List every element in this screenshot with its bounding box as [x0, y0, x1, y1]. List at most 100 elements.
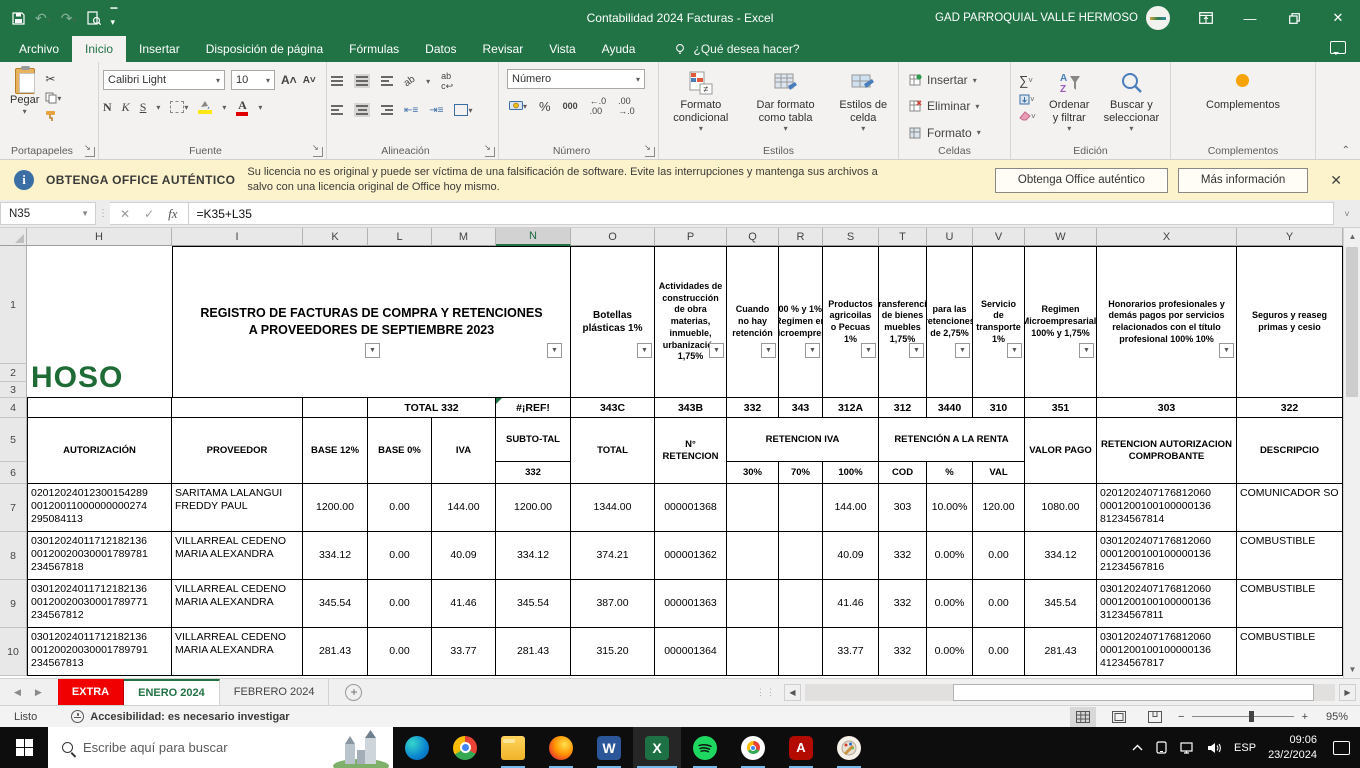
- cell-H8[interactable]: 03012024011712182136 0012002003000178978…: [27, 532, 172, 580]
- filter-dropdown-icon[interactable]: ▼: [761, 343, 776, 358]
- col-header-U[interactable]: U: [927, 228, 973, 246]
- row-header-5[interactable]: 5: [0, 418, 27, 462]
- expand-formula-bar-icon[interactable]: ˅: [1334, 200, 1360, 227]
- page-layout-view-icon[interactable]: [1106, 707, 1132, 727]
- cell-R8[interactable]: [779, 532, 823, 580]
- filter-header-R[interactable]: 100 % y 1%.- Regimen en microempresa▼: [779, 246, 823, 398]
- taskbar-explorer-icon[interactable]: [489, 727, 537, 768]
- header-subtotal-code[interactable]: 332: [496, 462, 571, 484]
- tray-chevron-icon[interactable]: [1132, 744, 1143, 751]
- network-icon[interactable]: [1180, 742, 1195, 754]
- cell-P8[interactable]: 000001362: [655, 532, 727, 580]
- filter-header-V[interactable]: Servicio de transporte 1%▼: [973, 246, 1025, 398]
- cell-U7[interactable]: 10.00%: [927, 484, 973, 532]
- cell-code-Y4[interactable]: 322: [1237, 398, 1343, 418]
- filter-header-S[interactable]: Productos agricoilas o Pecuas 1%▼: [823, 246, 879, 398]
- font-name-select[interactable]: Calibri Light▾: [103, 70, 225, 90]
- cell-V10[interactable]: 0.00: [973, 628, 1025, 676]
- row-header-3[interactable]: 3: [0, 382, 27, 398]
- font-color-icon[interactable]: A: [236, 99, 248, 116]
- more-info-button[interactable]: Más información: [1178, 168, 1308, 193]
- header-iva-pct-30%[interactable]: 30%: [727, 462, 779, 484]
- cell-V9[interactable]: 0.00: [973, 580, 1025, 628]
- close-button[interactable]: ✕: [1316, 0, 1360, 36]
- cell-S8[interactable]: 40.09: [823, 532, 879, 580]
- format-painter-icon[interactable]: [45, 110, 61, 122]
- decrease-decimal-icon[interactable]: .00→.0: [618, 96, 635, 116]
- cell-total-332[interactable]: TOTAL 332: [368, 398, 496, 418]
- cell-Y9[interactable]: COMBUSTIBLE: [1237, 580, 1343, 628]
- delete-cells-button[interactable]: Eliminar▾: [909, 96, 1006, 116]
- tablet-mode-icon[interactable]: [1155, 741, 1168, 754]
- avatar[interactable]: [1146, 6, 1170, 30]
- cell-code-Q4[interactable]: 332: [727, 398, 779, 418]
- cell-S9[interactable]: 41.46: [823, 580, 879, 628]
- tab-ayuda[interactable]: Ayuda: [589, 36, 649, 62]
- filter-dropdown-icon[interactable]: ▼: [1219, 343, 1234, 358]
- cell-Y10[interactable]: COMBUSTIBLE: [1237, 628, 1343, 676]
- zoom-percent[interactable]: 95%: [1318, 711, 1348, 723]
- cell-X9[interactable]: 0301202407176812060 0001200100100000136 …: [1097, 580, 1237, 628]
- accessibility-status[interactable]: Accesibilidad: es necesario investigar: [71, 710, 289, 723]
- number-format-select[interactable]: Número▾: [507, 69, 645, 89]
- search-highlight-icon[interactable]: [331, 730, 391, 768]
- row-header-4[interactable]: 4: [0, 398, 27, 418]
- col-header-N[interactable]: N: [496, 228, 571, 246]
- tab-archivo[interactable]: Archivo: [6, 36, 72, 62]
- copy-icon[interactable]: ▾: [45, 92, 61, 104]
- comma-style-icon[interactable]: 000: [563, 101, 578, 111]
- cancel-formula-icon[interactable]: ✕: [120, 207, 130, 221]
- clear-icon[interactable]: ˅: [1019, 111, 1036, 121]
- cell-X10[interactable]: 0301202407176812060 0001200100100000136 …: [1097, 628, 1237, 676]
- row-header-8[interactable]: 8: [0, 532, 27, 580]
- ribbon-display-options-icon[interactable]: [1184, 0, 1228, 36]
- row-header-7[interactable]: 7: [0, 484, 27, 532]
- restore-button[interactable]: [1272, 0, 1316, 36]
- zoom-thumb[interactable]: [1249, 711, 1254, 722]
- cell-S7[interactable]: 144.00: [823, 484, 879, 532]
- header-base0[interactable]: BASE 0%: [368, 418, 432, 484]
- cell-O7[interactable]: 1344.00: [571, 484, 655, 532]
- cell-L9[interactable]: 0.00: [368, 580, 432, 628]
- cell-W10[interactable]: 281.43: [1025, 628, 1097, 676]
- bold-button[interactable]: N: [103, 100, 112, 115]
- name-box[interactable]: N35▼: [0, 202, 96, 225]
- filter-dropdown-icon[interactable]: ▼: [365, 343, 380, 358]
- col-header-X[interactable]: X: [1097, 228, 1237, 246]
- cell-N10[interactable]: 281.43: [496, 628, 571, 676]
- increase-decimal-icon[interactable]: ←.0.00: [590, 96, 607, 116]
- percent-style-icon[interactable]: %: [539, 99, 551, 114]
- header-base12[interactable]: BASE 12%: [303, 418, 368, 484]
- cell-ref-error[interactable]: #¡REF!: [496, 398, 571, 418]
- cell-code-R4[interactable]: 343: [779, 398, 823, 418]
- sheet-tab-extra[interactable]: EXTRA: [58, 679, 124, 705]
- cell-code-V4[interactable]: 310: [973, 398, 1025, 418]
- find-select-button[interactable]: Buscar y seleccionar▾: [1097, 66, 1166, 143]
- cell-V7[interactable]: 120.00: [973, 484, 1025, 532]
- new-sheet-icon[interactable]: +: [345, 684, 362, 701]
- cell-L10[interactable]: 0.00: [368, 628, 432, 676]
- logo-cell[interactable]: HOSO: [27, 246, 172, 398]
- increase-indent-icon[interactable]: ⇥≡: [429, 105, 443, 116]
- get-office-button[interactable]: Obtenga Office auténtico: [995, 168, 1168, 193]
- scroll-down-icon[interactable]: ▼: [1344, 661, 1360, 678]
- cell-V8[interactable]: 0.00: [973, 532, 1025, 580]
- filter-dropdown-icon[interactable]: ▼: [1007, 343, 1022, 358]
- cell-T7[interactable]: 303: [879, 484, 927, 532]
- tab-insertar[interactable]: Insertar: [126, 36, 193, 62]
- cell-W9[interactable]: 345.54: [1025, 580, 1097, 628]
- header-proveedor[interactable]: PROVEEDOR: [172, 418, 303, 484]
- cell-P9[interactable]: 000001363: [655, 580, 727, 628]
- tab-vista[interactable]: Vista: [536, 36, 588, 62]
- header-renta-VAL[interactable]: VAL: [973, 462, 1025, 484]
- fill-icon[interactable]: ˅: [1019, 94, 1036, 105]
- cell-M10[interactable]: 33.77: [432, 628, 496, 676]
- filter-dropdown-icon[interactable]: ▼: [1079, 343, 1094, 358]
- zoom-slider[interactable]: − +: [1178, 711, 1308, 723]
- header-retencion-renta[interactable]: RETENCIÓN A LA RENTA: [879, 418, 1025, 462]
- filter-header-T[interactable]: Transferencia de bienes muebles 1,75%▼: [879, 246, 927, 398]
- cell-N7[interactable]: 1200.00: [496, 484, 571, 532]
- header-descripcion[interactable]: DESCRIPCIO: [1237, 418, 1343, 484]
- notification-center-icon[interactable]: [1333, 741, 1350, 755]
- filter-header-Y[interactable]: Seguros y reaseg primas y cesio: [1237, 246, 1343, 398]
